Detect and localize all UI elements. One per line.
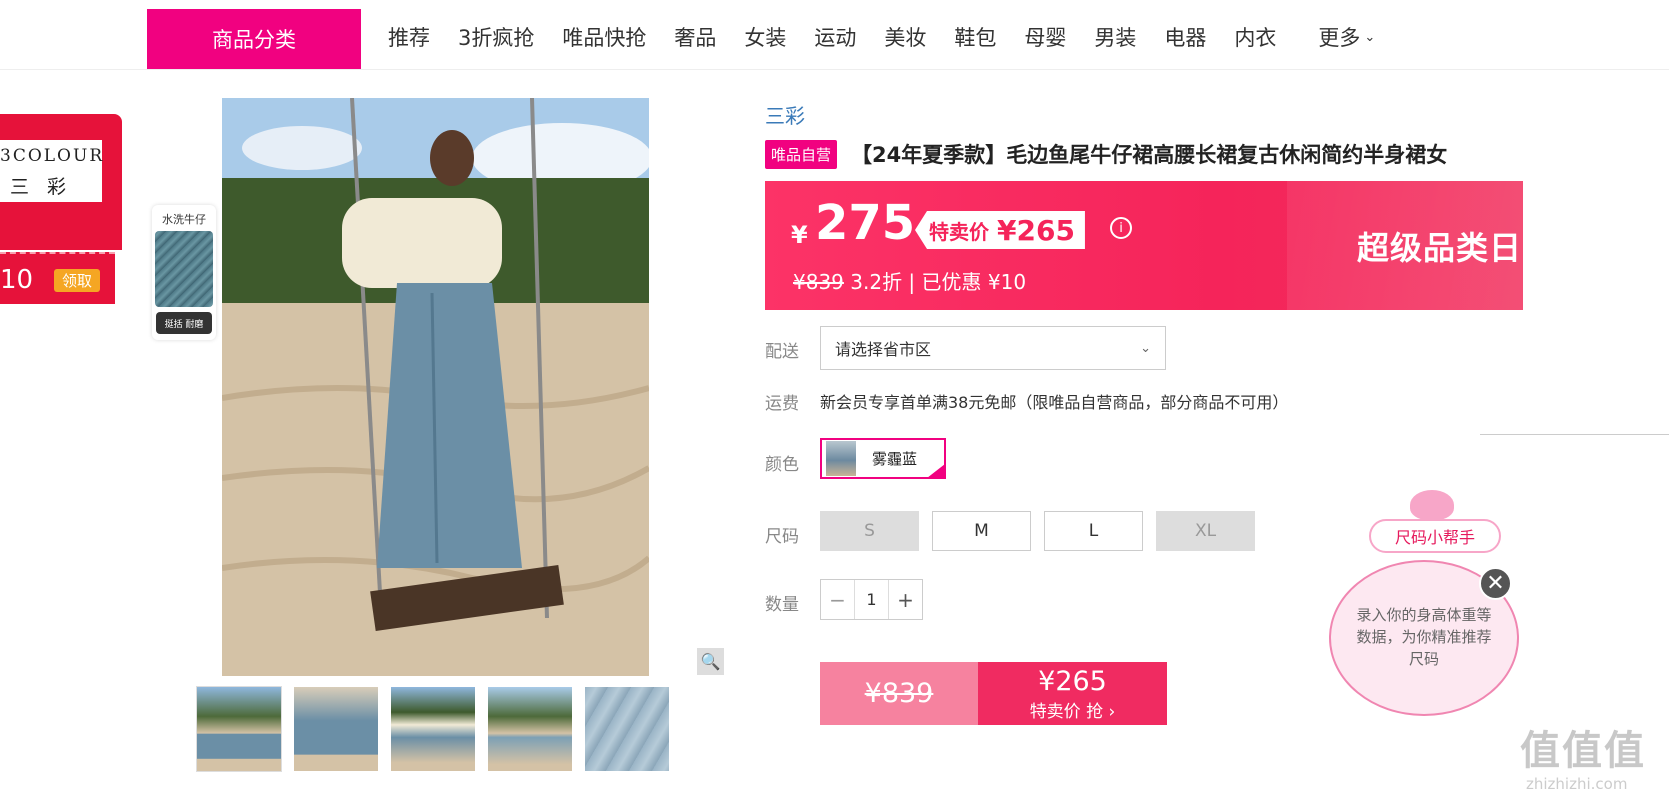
brand-link[interactable]: 三彩 xyxy=(765,100,805,129)
coupon-strip: 10 领取 xyxy=(0,252,115,304)
nav-item-flash-30[interactable]: 3折疯抢 xyxy=(458,22,534,52)
selected-check-icon xyxy=(927,464,945,478)
size-option-s[interactable]: S xyxy=(820,511,919,551)
zoom-icon[interactable]: 🔍 xyxy=(697,648,724,675)
watermark-logo: 值值值 xyxy=(1520,728,1646,774)
nav-item-beauty[interactable]: 美妆 xyxy=(884,22,926,52)
thumbnail-2[interactable] xyxy=(293,686,379,772)
claim-coupon-button[interactable]: 领取 xyxy=(54,269,100,292)
sale-price-tag: 特卖价 ¥265 xyxy=(915,211,1085,249)
product-title: 【24年夏季款】毛边鱼尾牛仔裙高腰长裙复古休闲简约半身裙女 xyxy=(851,143,1448,167)
store-logo-en: 3COLOUR xyxy=(0,146,105,166)
top-nav: 商品分类 推荐 3折疯抢 唯品快抢 奢品 女装 运动 美妆 鞋包 母婴 男装 电… xyxy=(0,0,1669,70)
main-product-image[interactable] xyxy=(222,98,649,676)
store-coupon-card: 3COLOUR 三 彩 10 领取 xyxy=(0,114,122,304)
product-photo-illustration xyxy=(222,98,649,676)
info-icon[interactable]: i xyxy=(1110,217,1132,239)
nav-item-women[interactable]: 女装 xyxy=(744,22,786,52)
quantity-value[interactable]: 1 xyxy=(854,580,889,619)
store-logo[interactable]: 3COLOUR 三 彩 xyxy=(0,140,102,202)
thumbnail-strip xyxy=(196,686,670,772)
fabric-tag: 水洗牛仔 挺括 耐磨 xyxy=(152,205,216,340)
watermark-url: zhizhizhi.com xyxy=(1526,775,1628,793)
thumbnail-4[interactable] xyxy=(487,686,573,772)
size-options: S M L XL xyxy=(820,511,1255,551)
fabric-swatch-image xyxy=(155,231,213,307)
color-label: 颜色 xyxy=(765,455,799,475)
delivery-label: 配送 xyxy=(765,342,799,362)
size-option-m[interactable]: M xyxy=(932,511,1031,551)
shipping-label: 运费 xyxy=(765,394,799,414)
nav-item-shoes-bags[interactable]: 鞋包 xyxy=(954,22,996,52)
size-helper-message: 录入你的身高体重等数据，为你精准推荐尺码 xyxy=(1356,606,1492,668)
quantity-stepper: − 1 + xyxy=(820,579,923,620)
quantity-increase-button[interactable]: + xyxy=(889,580,922,619)
shipping-text: 新会员专享首单满38元免邮（限唯品自营商品，部分商品不可用） xyxy=(820,393,1289,412)
nav-item-baby[interactable]: 母婴 xyxy=(1024,22,1066,52)
address-select-value: 请选择省市区 xyxy=(835,340,932,359)
close-icon[interactable]: ✕ xyxy=(1479,567,1512,600)
sale-price-value: ¥265 xyxy=(997,213,1075,247)
nav-item-appliances[interactable]: 电器 xyxy=(1164,22,1206,52)
quantity-label: 数量 xyxy=(765,595,799,615)
store-card-top: 3COLOUR 三 彩 xyxy=(0,114,122,250)
title-row: 唯品自营 【24年夏季款】毛边鱼尾牛仔裙高腰长裙复古休闲简约半身裙女 xyxy=(765,139,1447,169)
discount-text: 3.2折 | 已优惠 ¥10 xyxy=(850,270,1027,294)
thumbnail-5[interactable] xyxy=(584,686,670,772)
size-label: 尺码 xyxy=(765,527,799,547)
buy-action-label: 特卖价 抢 › xyxy=(1029,701,1116,722)
sale-price-label: 特卖价 xyxy=(929,219,989,244)
color-option-selected[interactable]: 雾霾蓝 xyxy=(820,438,946,479)
quantity-decrease-button[interactable]: − xyxy=(821,580,854,619)
nav-item-recommend[interactable]: 推荐 xyxy=(388,22,430,52)
buy-now-section[interactable]: ¥265 特卖价 抢 › xyxy=(978,662,1167,725)
nav-item-men[interactable]: 男装 xyxy=(1094,22,1136,52)
chevron-down-icon: ⌄ xyxy=(1140,340,1151,356)
fabric-badge: 挺括 耐磨 xyxy=(156,312,212,334)
nav-item-luxury[interactable]: 奢品 xyxy=(674,22,716,52)
coupon-amount: 10 xyxy=(0,265,34,295)
address-select[interactable]: 请选择省市区 ⌄ xyxy=(820,326,1166,370)
original-price: ¥839 xyxy=(793,270,844,294)
nav-list: 推荐 3折疯抢 唯品快抢 奢品 女装 运动 美妆 鞋包 母婴 男装 电器 内衣 … xyxy=(388,22,1375,52)
price-box: ¥ 275 特卖价 ¥265 i ¥839 3.2折 | 已优惠 ¥10 超级品… xyxy=(765,181,1523,310)
size-option-xl[interactable]: XL xyxy=(1156,511,1255,551)
helper-mascot-icon xyxy=(1410,490,1454,520)
price-currency: ¥ xyxy=(791,221,808,249)
fabric-tag-title: 水洗牛仔 xyxy=(162,213,206,226)
nav-more-button[interactable]: 更多 ⌄ xyxy=(1318,22,1375,52)
nav-more-label: 更多 xyxy=(1318,26,1361,50)
self-operated-badge: 唯品自营 xyxy=(765,139,838,169)
size-option-l[interactable]: L xyxy=(1044,511,1143,551)
thumbnail-1[interactable] xyxy=(196,686,282,772)
color-swatch-image xyxy=(826,441,856,476)
buy-sale-price: ¥265 xyxy=(1038,665,1107,697)
chevron-down-icon: ⌄ xyxy=(1364,29,1376,45)
buy-original-price: ¥839 xyxy=(820,662,978,725)
buy-button[interactable]: ¥839 ¥265 特卖价 抢 › xyxy=(820,662,1167,725)
nav-item-quick-grab[interactable]: 唯品快抢 xyxy=(562,22,646,52)
main-price: 275 xyxy=(815,195,916,251)
store-logo-cn: 三 彩 xyxy=(10,176,73,198)
price-detail-line: ¥839 3.2折 | 已优惠 ¥10 xyxy=(793,266,1026,295)
nav-item-underwear[interactable]: 内衣 xyxy=(1234,22,1276,52)
color-option-name: 雾霾蓝 xyxy=(872,450,918,468)
nav-item-sports[interactable]: 运动 xyxy=(814,22,856,52)
promo-banner: 超级品类日 xyxy=(1357,229,1523,267)
divider xyxy=(1480,434,1669,435)
size-helper-tag[interactable]: 尺码小帮手 xyxy=(1369,519,1501,553)
thumbnail-3[interactable] xyxy=(390,686,476,772)
category-button[interactable]: 商品分类 xyxy=(147,9,361,69)
